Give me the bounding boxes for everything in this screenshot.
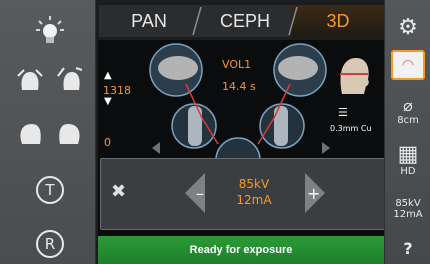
resolution-label: HD: [400, 165, 416, 177]
fov-button[interactable]: ⌀ 8cm: [385, 90, 430, 132]
head-tilt-icon: [57, 67, 83, 90]
lightbulb-icon: [36, 16, 64, 43]
program-select-button[interactable]: ◠: [385, 48, 430, 82]
exposure-settings-dialog: ✖ – 85kV 12mA +: [100, 158, 386, 230]
head-side-left-icon: [20, 124, 41, 144]
diameter-icon: ⌀: [403, 96, 413, 115]
gear-icon: ⚙: [398, 14, 418, 40]
timer-button[interactable]: T: [32, 172, 68, 208]
head-side-left-button[interactable]: [12, 112, 48, 152]
right-kv-label: 85kV: [395, 198, 421, 209]
right-toolbar: ⚙ ◠ ⌀ 8cm ▦ HD 85kV 12mA ?: [384, 0, 430, 264]
reset-label: R: [44, 235, 56, 253]
dialog-ma: 12mA: [236, 193, 272, 207]
tab-ceph[interactable]: CEPH: [199, 5, 291, 37]
patient-head-icon: [340, 58, 369, 94]
dialog-kv: 85kV: [238, 177, 270, 191]
help-button[interactable]: ?: [385, 234, 430, 262]
settings-button[interactable]: ⚙: [385, 10, 430, 44]
down-arrow-icon[interactable]: ▼: [104, 96, 112, 107]
increase-button[interactable]: +: [305, 173, 325, 213]
tab-3d[interactable]: 3D: [293, 5, 383, 37]
status-bar: Ready for exposure: [98, 236, 384, 264]
fov-label: 8cm: [397, 115, 419, 126]
close-icon[interactable]: ✖: [111, 181, 126, 202]
timer-label: T: [45, 181, 55, 199]
left-toolbar: T R: [0, 0, 96, 264]
filter-icon: ☰: [338, 106, 348, 119]
tab-pan[interactable]: PAN: [103, 5, 195, 37]
dental-arch-icon: ◠: [391, 50, 425, 80]
head-side-right-button[interactable]: [52, 112, 88, 152]
reset-button[interactable]: R: [32, 226, 68, 262]
up-arrow-icon[interactable]: ▲: [104, 70, 112, 81]
head-position-front-button[interactable]: [12, 60, 48, 100]
volume-label: VOL1: [222, 58, 252, 71]
right-ma-label: 12mA: [393, 209, 423, 220]
zero-value: 0: [104, 136, 111, 149]
resolution-button[interactable]: ▦ HD: [385, 136, 430, 184]
light-toggle-button[interactable]: [30, 10, 70, 50]
filter-label: 0.3mm Cu: [330, 124, 372, 133]
time-label: 14.4 s: [222, 80, 256, 93]
exposure-values-button[interactable]: 85kV 12mA: [385, 188, 430, 230]
plus-icon: +: [307, 184, 320, 203]
head-side-right-icon: [59, 124, 80, 144]
decrease-button[interactable]: –: [185, 173, 205, 213]
head-position-tilt-button[interactable]: [52, 60, 88, 100]
head-front-icon: [17, 69, 43, 90]
mode-tabs: PAN CEPH 3D: [98, 4, 385, 38]
minus-icon: –: [196, 184, 204, 203]
grid-icon: ▦: [397, 141, 419, 167]
